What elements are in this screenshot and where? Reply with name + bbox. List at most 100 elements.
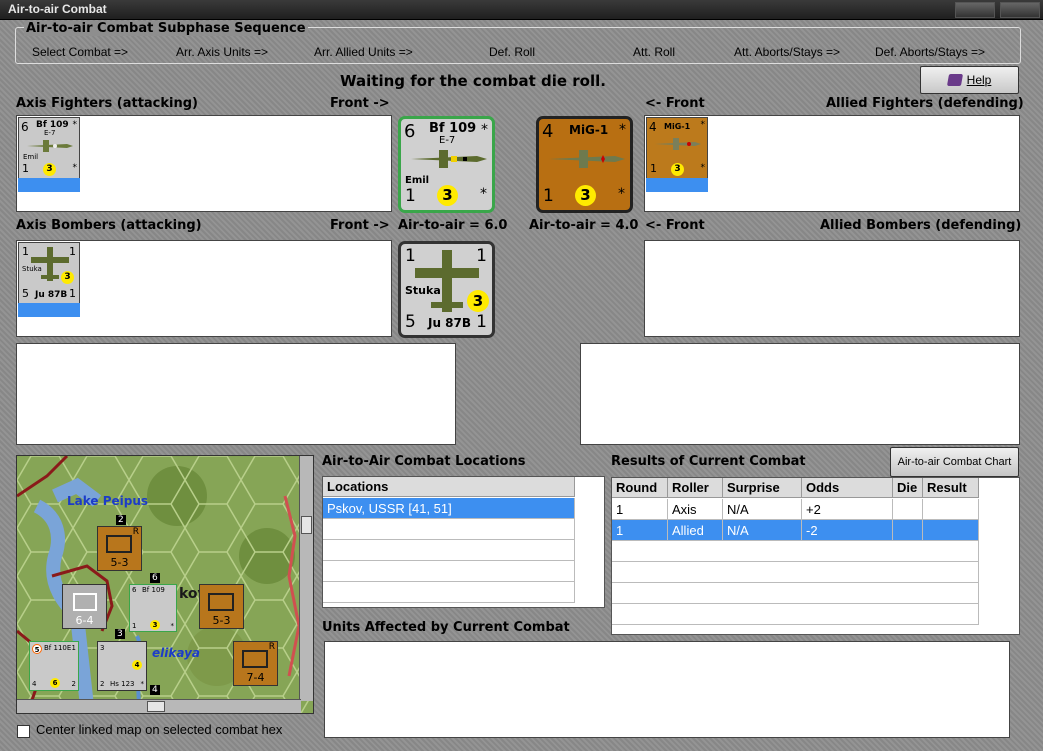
axis-bombers-label: Axis Bombers (attacking) (16, 218, 202, 233)
counter-circle: 6 (50, 678, 60, 688)
locations-table[interactable]: Locations Pskov, USSR [41, 51] (322, 476, 605, 608)
result-cell[interactable]: Axis (668, 499, 723, 520)
counter-star: * (72, 163, 78, 173)
map-ground-counter[interactable]: 7-4 R (233, 641, 278, 686)
counter-stat: 1 (22, 245, 29, 258)
result-row-empty[interactable] (612, 541, 979, 562)
linked-map[interactable]: Lake Peipus elikaya kov 5-3 R 6-4 5-3 7-… (16, 455, 314, 714)
allied-bombers-label: Allied Bombers (defending) (820, 218, 1022, 233)
results-header-die[interactable]: Die (893, 478, 923, 498)
front-axis-bomber-counter[interactable]: 1 1 Stuka 3 5 Ju 87B 1 (398, 241, 495, 338)
front-axis-fighter-counter[interactable]: 6 Bf 109 E-7 * Emil 1 3 * (398, 116, 495, 213)
results-header-odds[interactable]: Odds (802, 478, 893, 498)
result-cell[interactable]: -2 (802, 520, 893, 541)
allied-bombers-box[interactable] (644, 240, 1020, 337)
axis-fighter-counter-bf109[interactable]: 6 Bf 109 E-7 * Emil 1 3 * (18, 117, 80, 179)
location-row[interactable]: Pskov, USSR [41, 51] (323, 498, 575, 519)
results-title: Results of Current Combat (611, 454, 806, 469)
results-table[interactable]: Round Roller Surprise Odds Die Result 1 … (611, 477, 1020, 635)
counter-circle: 3 (575, 185, 596, 206)
result-cell[interactable]: Allied (668, 520, 723, 541)
allied-extra-box[interactable] (580, 343, 1020, 445)
seq-step-att-aborts: Att. Aborts/Stays => (734, 45, 841, 59)
counter-circle: 4 (132, 660, 142, 670)
axis-extra-box[interactable] (16, 343, 456, 445)
window-title: Air-to-air Combat (8, 2, 107, 16)
stack-count: 3 (115, 629, 125, 639)
counter-range: 1 (650, 162, 657, 175)
map-air-counter-bf110[interactable]: 5 Bf 110E 1 4 6 2 (29, 641, 79, 691)
location-row-empty[interactable] (323, 519, 575, 540)
results-header-roller[interactable]: Roller (668, 478, 723, 498)
counter-stat: 5 (405, 312, 416, 332)
map-horizontal-scrollbar[interactable] (17, 699, 301, 713)
front-allied-fighter-counter[interactable]: 4 MiG-1 * 1 3 * (536, 116, 633, 213)
result-cell[interactable]: 1 (612, 520, 668, 541)
location-row-empty[interactable] (323, 561, 575, 582)
status-message: Waiting for the combat die roll. (340, 72, 606, 90)
results-header-round[interactable]: Round (612, 478, 668, 498)
result-row-empty[interactable] (612, 562, 979, 583)
affected-units-box[interactable] (324, 641, 1010, 738)
counter-circle: 3 (43, 163, 56, 176)
counter-name: Bf 109 (429, 121, 477, 136)
result-cell[interactable] (893, 520, 923, 541)
locations-title: Air-to-Air Combat Locations (322, 454, 526, 469)
counter-circle: 3 (437, 185, 458, 206)
map-vertical-scrollbar[interactable] (299, 456, 313, 701)
counter-strength: 4 (649, 120, 657, 134)
map-air-counter-hs123[interactable]: 3 4 2 Hs 123 * (97, 641, 147, 691)
counter-name: Hs 123 (110, 680, 135, 688)
help-button[interactable]: Help (920, 66, 1019, 94)
counter-star: * (618, 186, 625, 202)
scroll-thumb[interactable] (301, 516, 312, 534)
counter-stat: 1 (476, 312, 487, 332)
map-ground-counter[interactable]: 6-4 (62, 584, 107, 629)
center-map-checkbox[interactable] (17, 725, 30, 738)
air-to-air-chart-button[interactable]: Air-to-air Combat Chart (890, 447, 1019, 477)
location-row-empty[interactable] (323, 582, 575, 603)
book-icon (946, 74, 963, 86)
help-label: Help (966, 73, 992, 87)
result-cell[interactable]: N/A (723, 520, 802, 541)
axis-bomber-counter-stuka[interactable]: 1 1 Stuka 3 5 Ju 87B 1 (18, 242, 80, 304)
result-cell[interactable] (893, 499, 923, 520)
result-cell[interactable]: +2 (802, 499, 893, 520)
map-ground-counter[interactable]: 5-3 (199, 584, 244, 629)
allied-fighter-counter-mig1[interactable]: 4 MiG-1 * 1 3 * (646, 117, 708, 179)
map-air-counter-bf109[interactable]: 6 Bf 109 1 3 * (129, 584, 177, 632)
result-cell[interactable] (923, 499, 979, 520)
stack-count: 4 (150, 685, 160, 695)
counter-star: * (481, 122, 488, 138)
axis-fighters-label: Axis Fighters (attacking) (16, 96, 198, 111)
counter-stat: 2 (100, 680, 105, 688)
counter-strength: 6 (404, 121, 416, 142)
titlebar-left-ornament (955, 2, 995, 18)
map-lake-label: Lake Peipus (67, 494, 149, 508)
sequence-title: Air-to-air Combat Subphase Sequence (24, 21, 308, 36)
result-row-empty[interactable] (612, 604, 979, 625)
scroll-thumb[interactable] (147, 701, 165, 712)
results-header-surprise[interactable]: Surprise (723, 478, 802, 498)
locations-header[interactable]: Locations (323, 477, 575, 497)
result-row-empty[interactable] (612, 583, 979, 604)
allied-air-to-air-value: Air-to-air = 4.0 (529, 218, 639, 233)
counter-name: Ju 87B (35, 290, 68, 300)
axis-bomber-selection (18, 303, 80, 317)
counter-variant: E-7 (439, 135, 456, 146)
result-cell[interactable] (923, 520, 979, 541)
counter-range: 1 (405, 186, 416, 206)
stack-count: 6 (150, 573, 160, 583)
seq-step-arr-axis: Arr. Axis Units => (176, 45, 269, 59)
counter-stat: 4 (32, 680, 37, 688)
counter-circle: 3 (150, 620, 160, 630)
infantry-icon (106, 535, 132, 553)
counter-stat: 1 (69, 287, 76, 300)
map-ground-counter[interactable]: 5-3 R (97, 526, 142, 571)
counter-stat: 1 (69, 245, 76, 258)
results-header-result[interactable]: Result (923, 478, 979, 498)
seq-step-def-aborts: Def. Aborts/Stays => (875, 45, 986, 59)
result-cell[interactable]: 1 (612, 499, 668, 520)
result-cell[interactable]: N/A (723, 499, 802, 520)
location-row-empty[interactable] (323, 540, 575, 561)
